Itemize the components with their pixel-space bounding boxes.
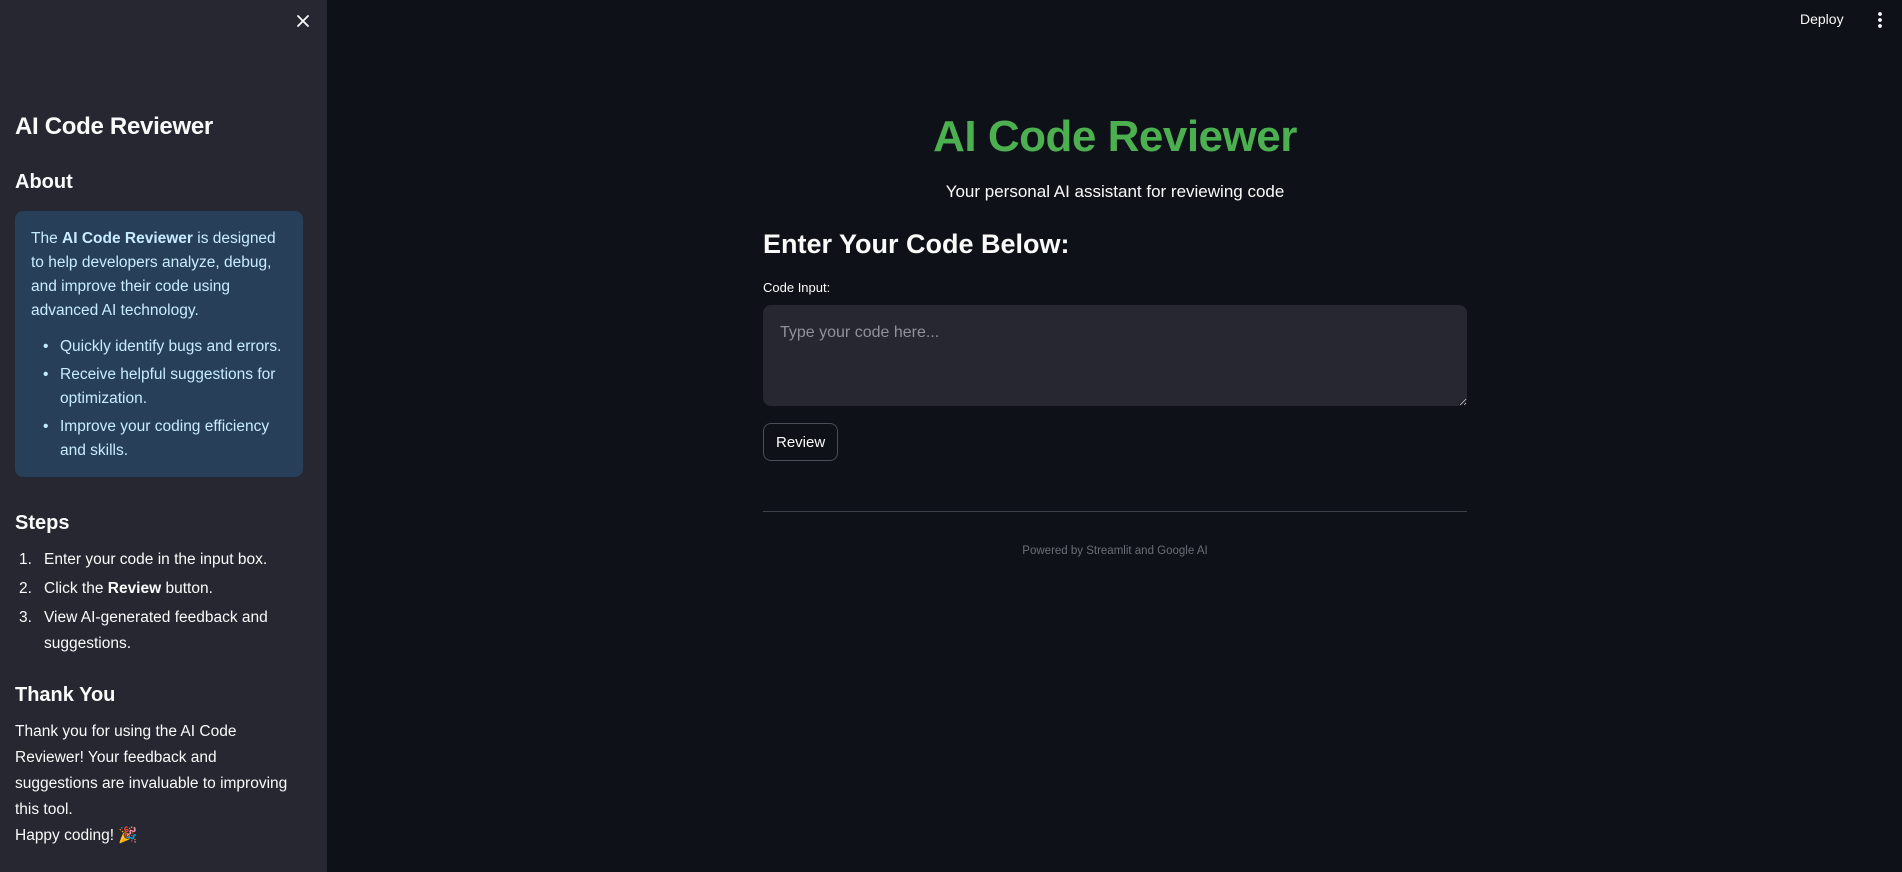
deploy-button[interactable]: Deploy — [1800, 8, 1844, 30]
divider — [763, 511, 1467, 512]
page-subtitle: Your personal AI assistant for reviewing… — [945, 182, 1285, 201]
step-item: 2. Click the Review button. — [15, 576, 303, 602]
step-number: 2. — [19, 580, 32, 597]
thank-you-heading: Thank You — [15, 684, 116, 706]
close-sidebar-icon[interactable] — [293, 10, 313, 32]
sidebar: AI Code Reviewer About The AI Code Revie… — [0, 0, 327, 872]
about-bullet-list: Quickly identify bugs and errors. Receiv… — [31, 335, 287, 463]
sidebar-content: AI Code Reviewer About The AI Code Revie… — [15, 110, 303, 849]
review-button[interactable]: Review — [763, 423, 839, 461]
code-input-label: Code Input: — [763, 280, 831, 295]
step-item: 3. View AI-generated feedback and suggest… — [15, 605, 303, 657]
footer-text: Powered by Streamlit and Google AI — [1022, 545, 1208, 557]
main-content: AI Code Reviewer Your personal AI assist… — [763, 110, 1467, 557]
step-number: 3. — [19, 609, 32, 626]
thank-you-text: Thank you for using the AI Code Reviewer… — [15, 719, 303, 849]
happy-coding-line: Happy coding! 🎉 — [15, 827, 138, 844]
about-bullet: Receive helpful suggestions for optimiza… — [43, 363, 287, 411]
about-heading: About — [15, 171, 73, 193]
step-text-post: button. — [161, 580, 213, 597]
about-bullet: Improve your coding efficiency and skill… — [43, 415, 287, 463]
section-heading: Enter Your Code Below: — [763, 229, 1070, 259]
step-number: 1. — [19, 551, 32, 568]
code-input[interactable] — [763, 305, 1467, 406]
step-text-bold: Review — [107, 580, 162, 597]
page-title: AI Code Reviewer — [933, 112, 1297, 161]
about-intro: The AI Code Reviewer is designed to help… — [31, 227, 287, 323]
steps-list: 1. Enter your code in the input box. 2. Cl… — [15, 547, 303, 657]
step-text-pre: Click the — [44, 580, 108, 597]
about-intro-bold: AI Code Reviewer — [62, 230, 193, 247]
step-text-pre: Enter your code in the input box. — [44, 551, 268, 568]
about-bullet: Quickly identify bugs and errors. — [43, 335, 287, 359]
about-info-box: The AI Code Reviewer is designed to help… — [15, 211, 303, 477]
kebab-menu-icon[interactable] — [1870, 9, 1890, 31]
sidebar-title: AI Code Reviewer — [15, 113, 213, 140]
step-text-pre: View AI-generated feedback and suggestio… — [44, 609, 268, 652]
thank-you-line: Thank you for using the AI Code Reviewer… — [15, 723, 288, 818]
about-intro-pre: The — [31, 230, 63, 247]
step-item: 1. Enter your code in the input box. — [15, 547, 303, 573]
steps-heading: Steps — [15, 512, 70, 534]
